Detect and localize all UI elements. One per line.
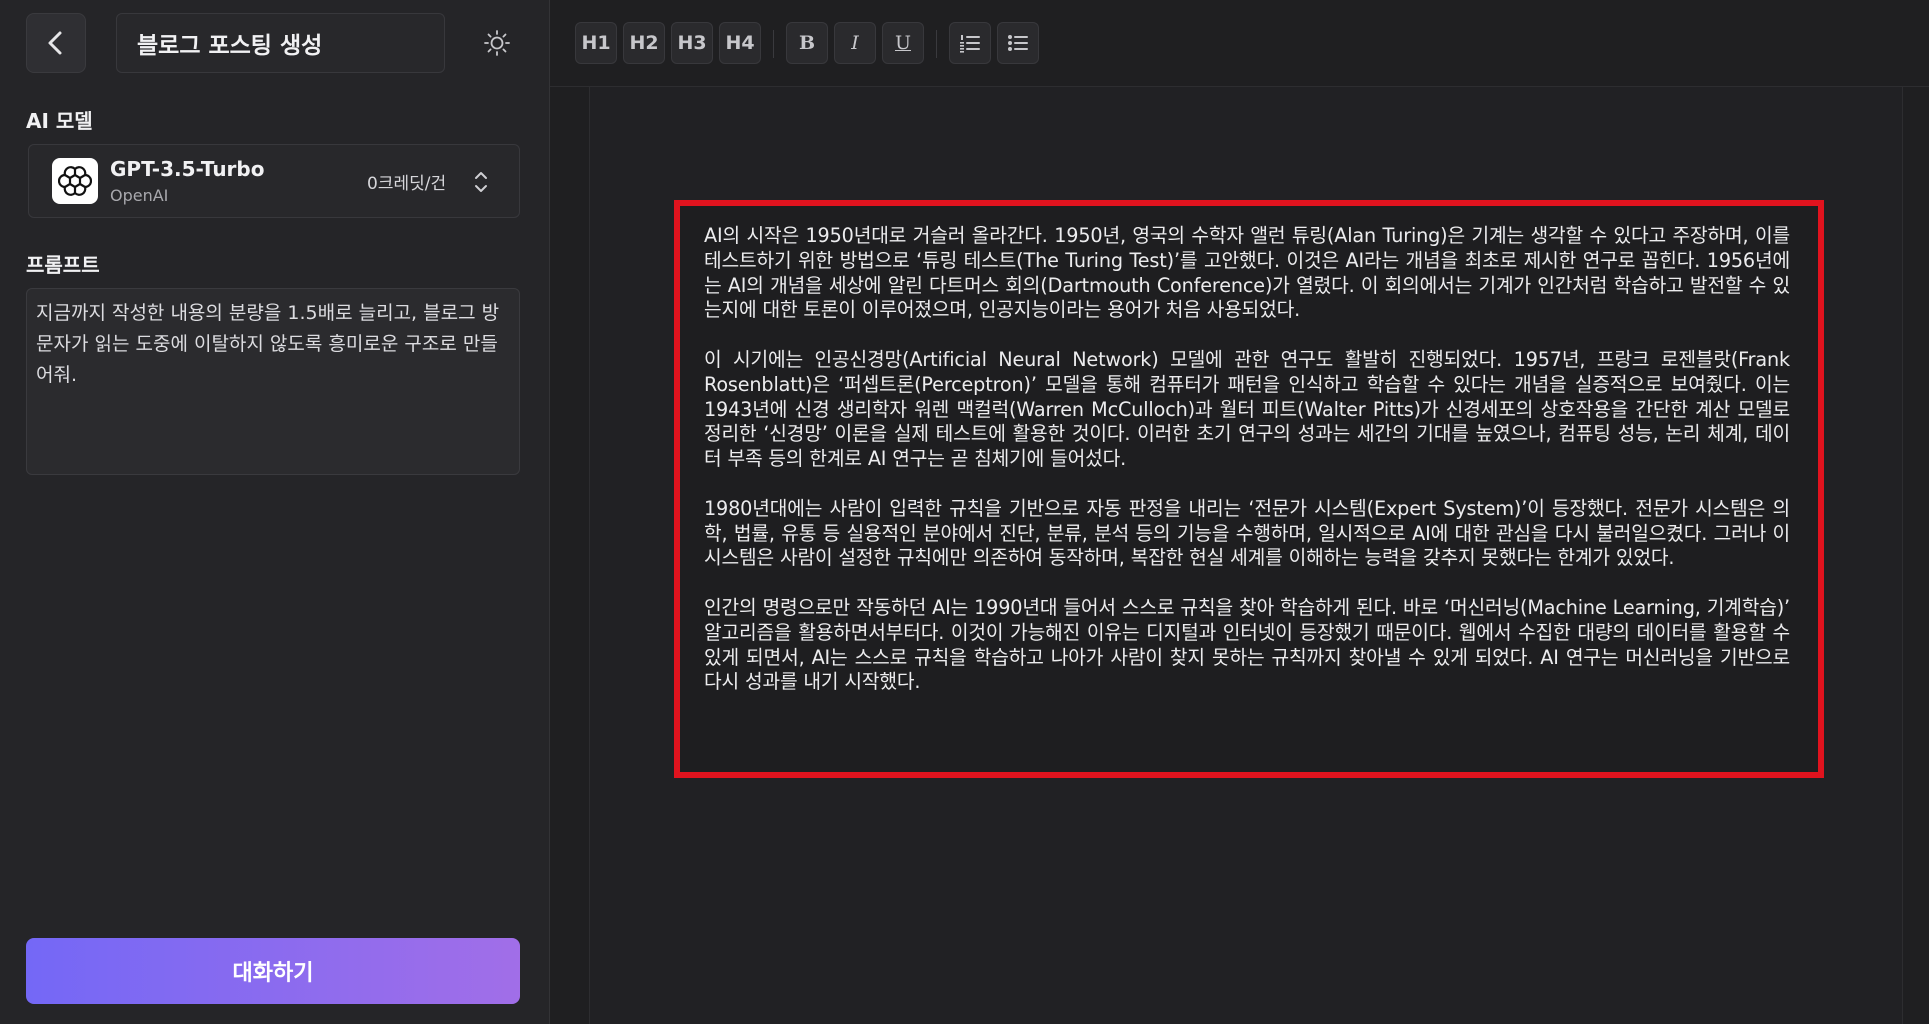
heading-2-label: H2 (629, 32, 659, 54)
editor-content[interactable]: AI의 시작은 1950년대로 거슬러 올라간다. 1950년, 영국의 수학자… (674, 200, 1824, 778)
prompt-section-label: 프롬프트 (26, 253, 100, 277)
model-selector[interactable]: GPT-3.5-Turbo OpenAI 0크레딧/건 (28, 144, 520, 218)
content-paragraph: 1980년대에는 사람이 입력한 규칙을 기반으로 자동 판정을 내리는 ‘전문… (704, 496, 1790, 570)
back-button[interactable] (26, 13, 86, 73)
heading-1-button[interactable]: H1 (575, 22, 617, 64)
document-title-field[interactable]: 블로그 포스팅 생성 (116, 13, 445, 73)
bullet-list-icon (1008, 35, 1028, 51)
openai-logo-icon (52, 158, 98, 204)
bold-icon: B (798, 32, 816, 54)
editor-toolbar: H1 H2 H3 H4 B I U (550, 0, 1929, 87)
heading-3-button[interactable]: H3 (671, 22, 713, 64)
sidebar: 블로그 포스팅 생성 AI 모델 GPT-3.5-Turbo OpenAI 0크… (0, 0, 550, 1024)
content-paragraph: 인간의 명령으로만 작동하던 AI는 1990년대 들어서 스스로 규칙을 찾아… (704, 595, 1790, 694)
model-section-label: AI 모델 (26, 109, 93, 133)
heading-4-button[interactable]: H4 (719, 22, 761, 64)
content-paragraph: AI의 시작은 1950년대로 거슬러 올라간다. 1950년, 영국의 수학자… (704, 224, 1790, 322)
model-vendor: OpenAI (110, 186, 169, 205)
bold-button[interactable]: B (786, 22, 828, 64)
model-credit: 0크레딧/건 (367, 174, 447, 194)
italic-button[interactable]: I (834, 22, 876, 64)
underline-icon: U (894, 32, 911, 54)
heading-4-label: H4 (725, 32, 755, 54)
sun-icon (484, 30, 510, 56)
toolbar-divider (936, 30, 937, 58)
chat-submit-label: 대화하기 (232, 961, 314, 986)
document-title: 블로그 포스팅 생성 (137, 33, 323, 59)
model-name: GPT-3.5-Turbo (110, 157, 265, 181)
chevron-left-icon (48, 31, 62, 55)
theme-toggle-button[interactable] (476, 22, 518, 64)
ordered-list-button[interactable] (949, 22, 991, 64)
prompt-textarea[interactable]: 지금까지 작성한 내용의 분량을 1.5배로 늘리고, 블로그 방문자가 읽는 … (26, 288, 520, 475)
toolbar-divider (773, 30, 774, 58)
chevron-up-down-icon (475, 172, 487, 192)
heading-2-button[interactable]: H2 (623, 22, 665, 64)
chat-submit-button[interactable]: 대화하기 (26, 938, 520, 1004)
bullet-list-button[interactable] (997, 22, 1039, 64)
underline-button[interactable]: U (882, 22, 924, 64)
heading-1-label: H1 (581, 32, 611, 54)
content-paragraph: 이 시기에는 인공신경망(Artificial Neural Network) … (704, 347, 1790, 471)
italic-icon: I (851, 32, 859, 54)
ordered-list-icon (960, 35, 980, 53)
heading-3-label: H3 (677, 32, 707, 54)
